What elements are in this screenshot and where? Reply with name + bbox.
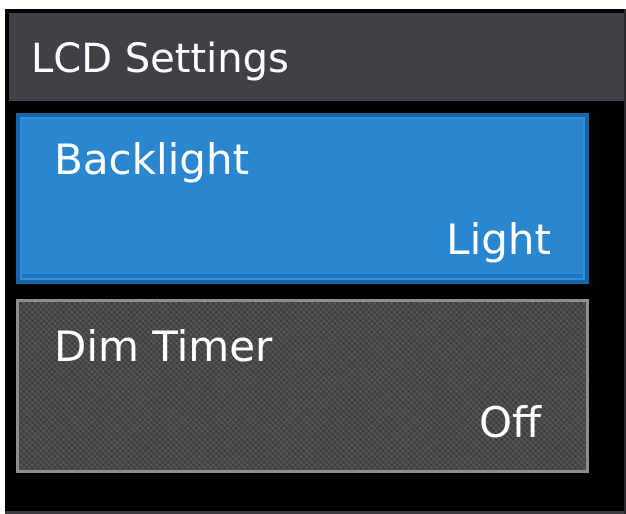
menu-item-label: Backlight: [54, 135, 250, 184]
menu-item-dim-timer[interactable]: Dim Timer Off: [16, 299, 589, 473]
menu-item-value: Light: [446, 215, 551, 264]
menu-item-backlight[interactable]: Backlight Light: [16, 113, 589, 284]
menu-item-label: Dim Timer: [54, 322, 273, 371]
lcd-settings-screen: LCD Settings Backlight Light Dim Timer O…: [5, 9, 626, 514]
page-title: LCD Settings: [31, 36, 289, 82]
menu-item-value: Off: [479, 398, 541, 447]
screen-header: LCD Settings: [9, 13, 626, 101]
